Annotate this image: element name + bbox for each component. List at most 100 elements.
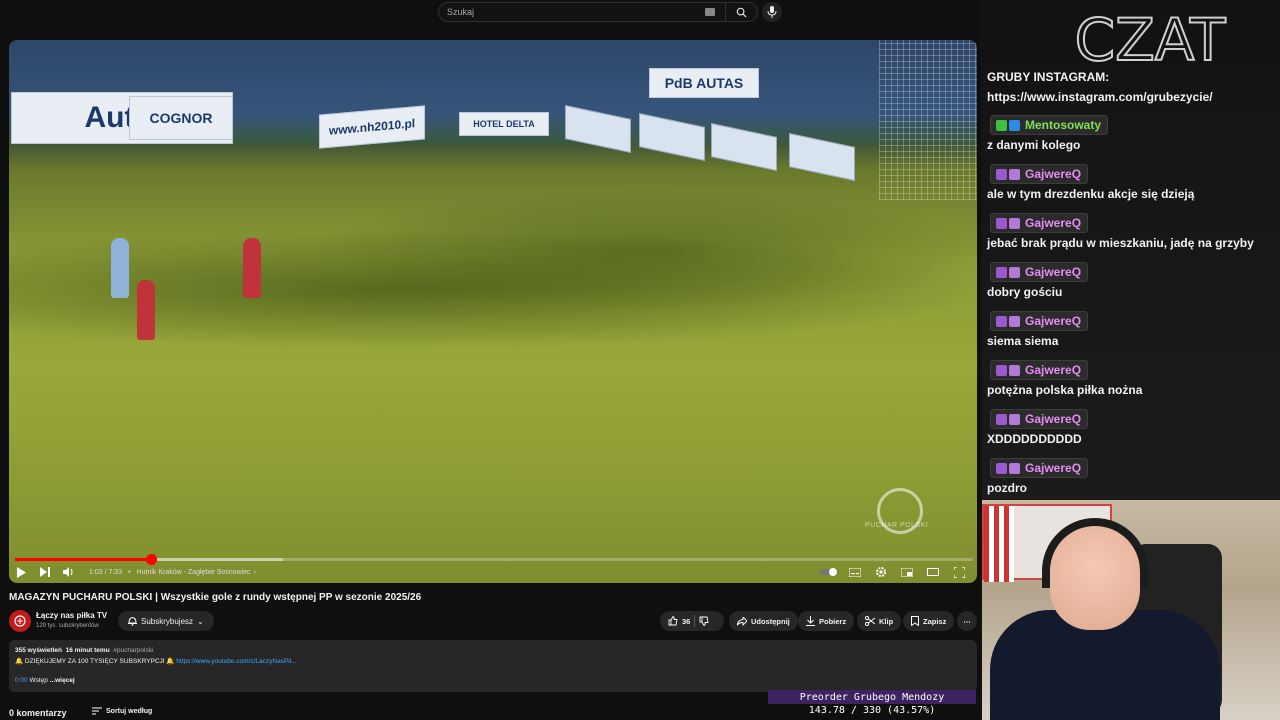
subscribe-button[interactable]: Subskrybujesz ⌄ [118,611,214,631]
chevron-right-icon: › [253,568,256,576]
clip-button[interactable]: Klip [857,611,902,631]
chat-message-text: z danymi kolego [987,138,1081,152]
channel-logo-icon [14,615,26,627]
voice-search-button[interactable] [762,2,782,22]
chat-username[interactable]: GajwereQ [990,262,1089,282]
miniplayer-icon [901,567,913,577]
preorder-label: Preorder Grubego Mendozy [768,690,976,704]
timestamp-link[interactable]: 0:00 [15,677,28,684]
video-player[interactable]: Autel COGNOR www.nh2010.pl HOTEL DELTA P… [9,40,977,583]
chat-badge-icon [1009,119,1020,131]
thumbs-down-icon[interactable] [699,616,709,626]
chat-username[interactable]: GajwereQ [990,458,1089,478]
chat-username[interactable]: GajwereQ [990,164,1089,184]
goal-net [879,40,977,200]
preorder-counter: 143.78 / 330 (43.57%) [808,705,936,716]
subtitles-button[interactable] [843,562,867,582]
hashtag-link[interactable]: #pucharpolski [113,647,153,654]
search-button[interactable] [725,3,757,21]
microphone-icon [767,6,777,18]
player-controls: 1:03 / 7:33 • Hutnik Kraków - Zagłębie S… [9,561,977,583]
keyboard-icon[interactable] [705,8,715,16]
chat-message-text: ale w tym drezdenku akcje się dzieją [987,187,1195,201]
sort-button[interactable]: Sortuj według [92,707,152,715]
webcam-feed [982,500,1280,720]
settings-button[interactable] [869,562,893,582]
chat-username[interactable]: GajwereQ [990,409,1089,429]
chat-username[interactable]: GajwereQ [990,311,1089,331]
share-button[interactable]: Udostępnij [729,611,798,631]
chat-badge-icon [1009,266,1020,278]
subscribe-label: Subskrybujesz [141,616,194,626]
banner-cognor: COGNOR [129,96,233,140]
channel-subscribers: 129 tys. subskrybentów [36,623,99,629]
chat-message-text: pozdro [987,481,1027,495]
chat-badge-icon [996,266,1007,278]
like-count: 36 [682,616,691,626]
pinned-line: GRUBY INSTAGRAM: [987,70,1110,84]
chat-header-logo: CZAT [1074,8,1227,68]
next-button[interactable] [33,562,57,582]
description-box[interactable]: 355 wyświetleń 16 minut temu #pucharpols… [9,640,977,692]
chat-badge-icon [1009,462,1020,474]
play-button[interactable] [9,562,33,582]
chat-badge-icon [996,364,1007,376]
thumbs-up-icon [668,616,678,626]
more-icon: ⋯ [963,616,971,626]
chat-username[interactable]: Mentosowaty [990,115,1109,135]
dot-separator: • [128,568,131,576]
puchar-polski-watermark: PUCHAR POLSKI [865,522,929,529]
chat-username[interactable]: GajwereQ [990,213,1089,233]
player-red [243,238,261,298]
channel-avatar[interactable] [9,610,31,632]
next-icon [40,567,50,577]
fullscreen-icon [953,566,965,578]
bell-icon [128,616,137,626]
chat-badge-icon [996,168,1007,180]
more-actions-button[interactable]: ⋯ [957,611,977,631]
search-box[interactable]: Szukaj [438,2,758,22]
chat-username[interactable]: GajwereQ [990,360,1089,380]
chapter-title[interactable]: Hutnik Kraków - Zagłębie Sosnowiec [137,569,251,576]
chat-badge-icon [996,119,1007,131]
like-dislike-group: 36 [660,611,724,631]
search-icon [736,7,747,18]
chat-badge-icon [996,315,1007,327]
stream-screen: Szukaj Autel COGNOR www.nh2010.pl HOTEL … [0,0,1280,720]
volume-button[interactable] [57,562,81,582]
chevron-down-icon: ⌄ [197,616,204,626]
chat-badge-icon [1009,168,1020,180]
like-button[interactable]: 36 [668,616,690,626]
chat-username-label: GajwereQ [1025,461,1082,475]
show-more-button[interactable]: ...więcej [50,677,75,684]
pinned-link[interactable]: https://www.instagram.com/grubezycie/ [987,90,1213,104]
channel-link[interactable]: https://www.youtube.com/c/LaczyNasPil... [176,658,296,665]
search-placeholder: Szukaj [447,7,475,17]
chat-username-label: GajwereQ [1025,363,1082,377]
play-icon [17,566,26,578]
scissors-icon [865,616,875,626]
autoplay-icon [820,568,838,576]
save-button[interactable]: Zapisz [903,611,955,631]
miniplayer-button[interactable] [895,562,919,582]
bookmark-icon [911,616,919,626]
svg-text:CZAT: CZAT [1075,8,1226,68]
chat-username-label: GajwereQ [1025,167,1082,181]
banner-pdb: PdB AUTAS [649,68,759,98]
chat-badge-icon [1009,315,1020,327]
right-controls [817,561,971,583]
channel-name[interactable]: Łączy nas piłka TV [36,611,107,620]
gear-icon [876,567,886,577]
volume-icon [63,567,73,577]
chat-username-label: GajwereQ [1025,216,1082,230]
share-icon [737,616,747,626]
theater-mode-button[interactable] [921,562,945,582]
chat-badge-icon [1009,364,1020,376]
chat-badge-icon [996,462,1007,474]
autoplay-toggle[interactable] [817,562,841,582]
download-button[interactable]: Pobierz [798,611,855,631]
chat-badge-icon [1009,413,1020,425]
comments-count: 0 komentarzy [9,708,67,718]
fullscreen-button[interactable] [947,562,971,582]
sort-icon [92,707,102,715]
